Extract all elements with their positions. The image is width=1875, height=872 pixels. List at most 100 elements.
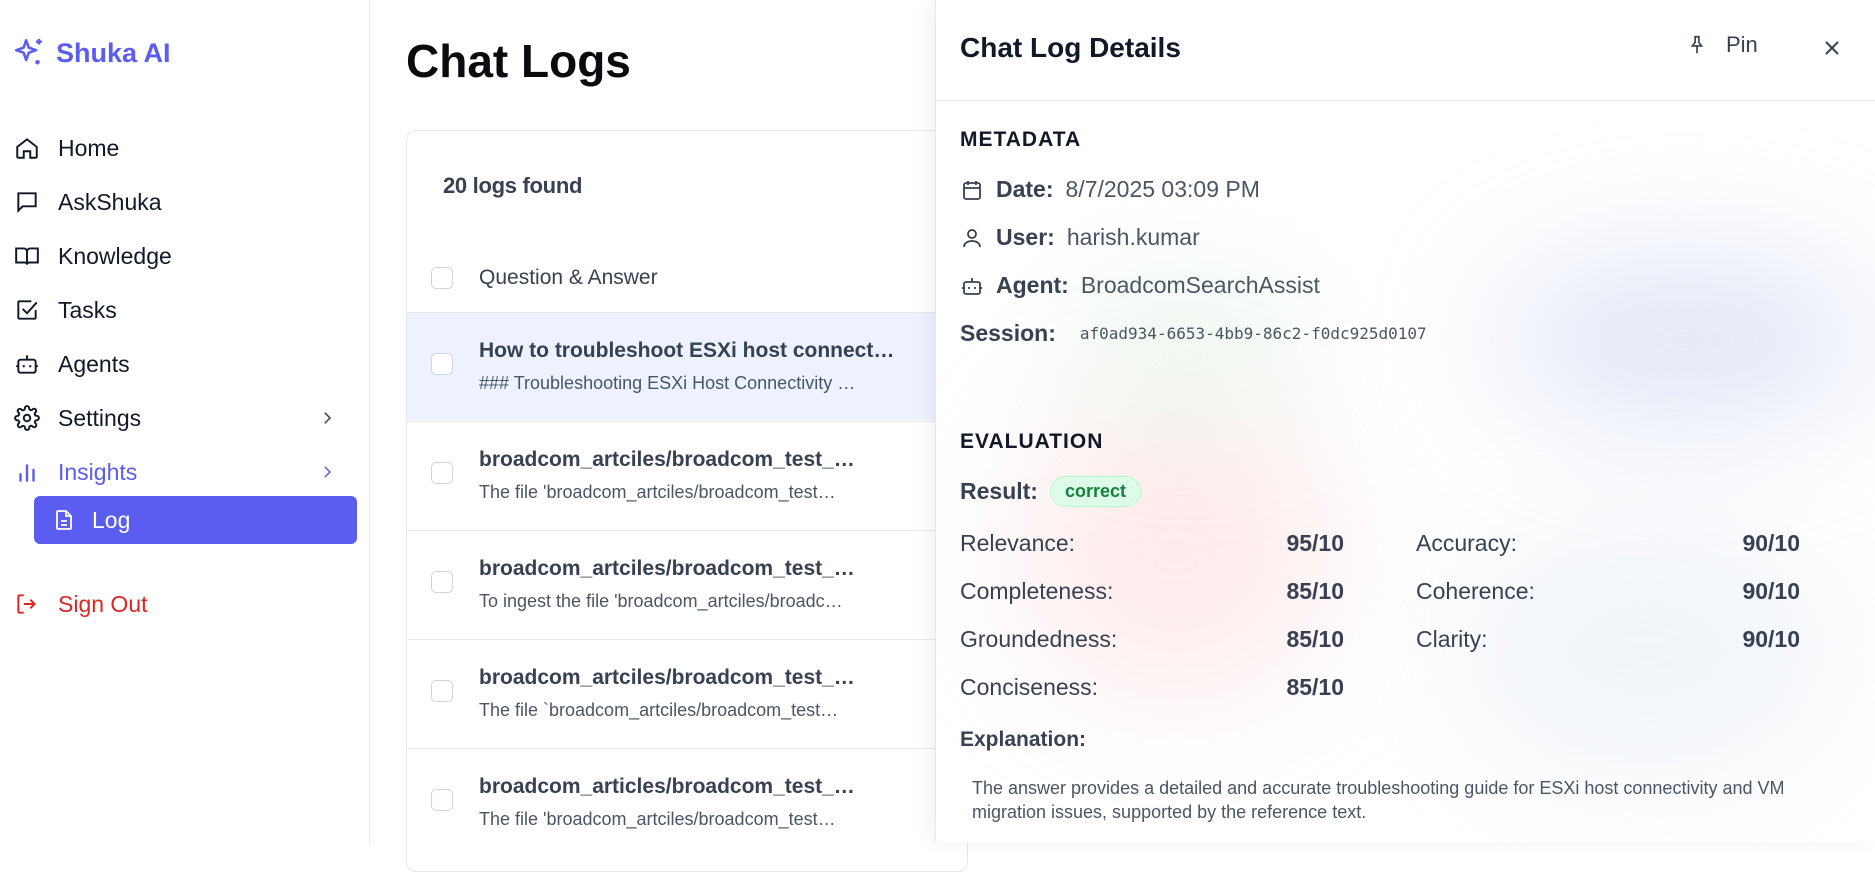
groundedness-label: Groundedness: [960,626,1118,652]
metadata-date: Date: 8/7/2025 03:09 PM [960,176,1260,203]
conciseness-label: Conciseness: [960,674,1099,700]
user-key: User: [996,224,1055,250]
row-checkbox[interactable] [431,571,453,593]
agent-key: Agent: [996,272,1069,298]
coherence-value: 90/10 [1742,578,1800,604]
relevance-label: Relevance: [960,530,1076,556]
relevance-value: 95/10 [1286,530,1344,556]
sparkles-icon [14,38,42,65]
gear-icon [14,405,40,431]
row-question: broadcom_artciles/broadcom_test_… [479,557,855,580]
sign-out-button[interactable]: Sign Out [14,584,148,624]
sidebar-item-label: AskShuka [58,188,162,215]
table-row[interactable]: broadcom_artciles/broadcom_test_… To ing… [407,530,967,638]
conciseness-value: 85/10 [1286,674,1344,700]
panel-title: Chat Log Details [960,32,1181,63]
metadata-user: User: harish.kumar [960,224,1200,251]
brand-logo[interactable]: Shuka AI [12,36,171,70]
sidebar-item-label: Tasks [58,296,117,323]
sidebar-item-label: Settings [58,404,142,431]
accuracy-label: Accuracy: [1416,530,1517,556]
background-glow [1496,250,1875,430]
sidebar-item-settings[interactable]: Settings [14,398,141,438]
row-answer: ### Troubleshooting ESXi Host Connectivi… [479,373,856,393]
sidebar-item-label: Agents [58,350,130,377]
logs-count: 20 logs found [443,173,583,198]
row-checkbox[interactable] [431,462,453,484]
sidebar-item-askshuka[interactable]: AskShuka [14,182,162,222]
pin-icon [1690,35,1704,54]
metadata-agent: Agent: BroadcomSearchAssist [960,272,1320,299]
brand-name: Shuka AI [56,37,171,68]
clarity-value: 90/10 [1742,626,1800,652]
status-badge: correct [1049,476,1141,507]
chat-icon [17,192,37,214]
sidebar-item-label: Log [92,506,131,533]
logout-icon [17,594,36,614]
page-title: Chat Logs [406,35,631,87]
sign-out-label: Sign Out [58,590,148,617]
completeness-label: Completeness: [960,578,1114,604]
user-icon [963,228,981,247]
bar-chart-icon [19,464,35,482]
sidebar-item-agents[interactable]: Agents [14,344,130,384]
chevron-right-icon[interactable] [318,409,336,427]
table-header: Question & Answer [407,253,967,303]
table-row[interactable]: broadcom_artciles/broadcom_test_… The fi… [407,421,967,529]
close-icon[interactable] [1820,36,1844,60]
row-checkbox[interactable] [431,680,453,702]
bot-icon [962,277,982,295]
background-glow [1066,280,1306,420]
sidebar-item-log[interactable]: Log [34,496,357,544]
sidebar-item-label: Insights [58,458,138,485]
session-value: af0ad934-6653-4bb9-86c2-f0dc925d0107 [1079,324,1427,343]
row-checkbox[interactable] [431,789,453,811]
pin-label: Pin [1726,32,1758,57]
logs-table: 20 logs found Question & Answer How to t… [406,130,968,872]
pin-button[interactable]: Pin [1686,32,1758,58]
row-checkbox[interactable] [431,353,453,375]
sidebar-item-knowledge[interactable]: Knowledge [14,236,172,276]
row-question: How to troubleshoot ESXi host connect… [479,339,895,362]
calendar-icon [963,180,981,200]
sidebar-item-label: Knowledge [58,242,172,269]
clarity-label: Clarity: [1416,626,1488,652]
row-answer: The file 'broadcom_artciles/broadcom_tes… [479,809,836,829]
session-key: Session: [960,320,1056,346]
checkbox-icon [17,300,38,320]
row-answer: The file 'broadcom_artciles/broadcom_tes… [479,482,836,502]
table-row[interactable]: How to troubleshoot ESXi host connect… #… [407,312,967,420]
metadata-session: Session: af0ad934-6653-4bb9-86c2-f0dc925… [960,320,1427,347]
sidebar-item-home[interactable]: Home [14,128,119,168]
metadata-heading: METADATA [960,128,1082,151]
explanation-label: Explanation: [960,728,1087,751]
coherence-label: Coherence: [1416,578,1535,604]
select-all-checkbox[interactable] [431,267,453,289]
evaluation-result: Result: correct [960,476,1141,507]
groundedness-value: 85/10 [1286,626,1344,652]
date-key: Date: [996,176,1054,202]
chat-log-details-panel: Chat Log Details Pin METADATA Date: 8/7/… [935,0,1875,842]
explanation-text: The answer provides a detailed and accur… [972,778,1785,822]
sidebar-item-insights[interactable]: Insights [14,452,137,492]
row-question: broadcom_artciles/broadcom_test_… [479,666,855,689]
panel-header: Chat Log Details Pin [936,0,1875,101]
sidebar-item-label: Home [58,134,120,161]
completeness-value: 85/10 [1286,578,1344,604]
home-icon [16,138,38,159]
book-icon [15,247,39,265]
result-key: Result: [960,478,1038,504]
evaluation-heading: EVALUATION [960,430,1104,453]
row-question: broadcom_artciles/broadcom_test_… [479,448,855,471]
sidebar-item-tasks[interactable]: Tasks [14,290,117,330]
table-row[interactable]: broadcom_articles/broadcom_test_… The fi… [407,748,967,856]
bot-icon [16,355,38,374]
row-answer: The file `broadcom_artciles/broadcom_tes… [479,700,839,720]
chevron-right-icon[interactable] [318,463,336,481]
table-row[interactable]: broadcom_artciles/broadcom_test_… The fi… [407,639,967,747]
row-answer: To ingest the file 'broadcom_artciles/br… [479,591,843,611]
agent-value: BroadcomSearchAssist [1080,272,1320,298]
accuracy-value: 90/10 [1742,530,1800,556]
date-value: 8/7/2025 03:09 PM [1065,176,1260,202]
user-value: harish.kumar [1066,224,1200,250]
